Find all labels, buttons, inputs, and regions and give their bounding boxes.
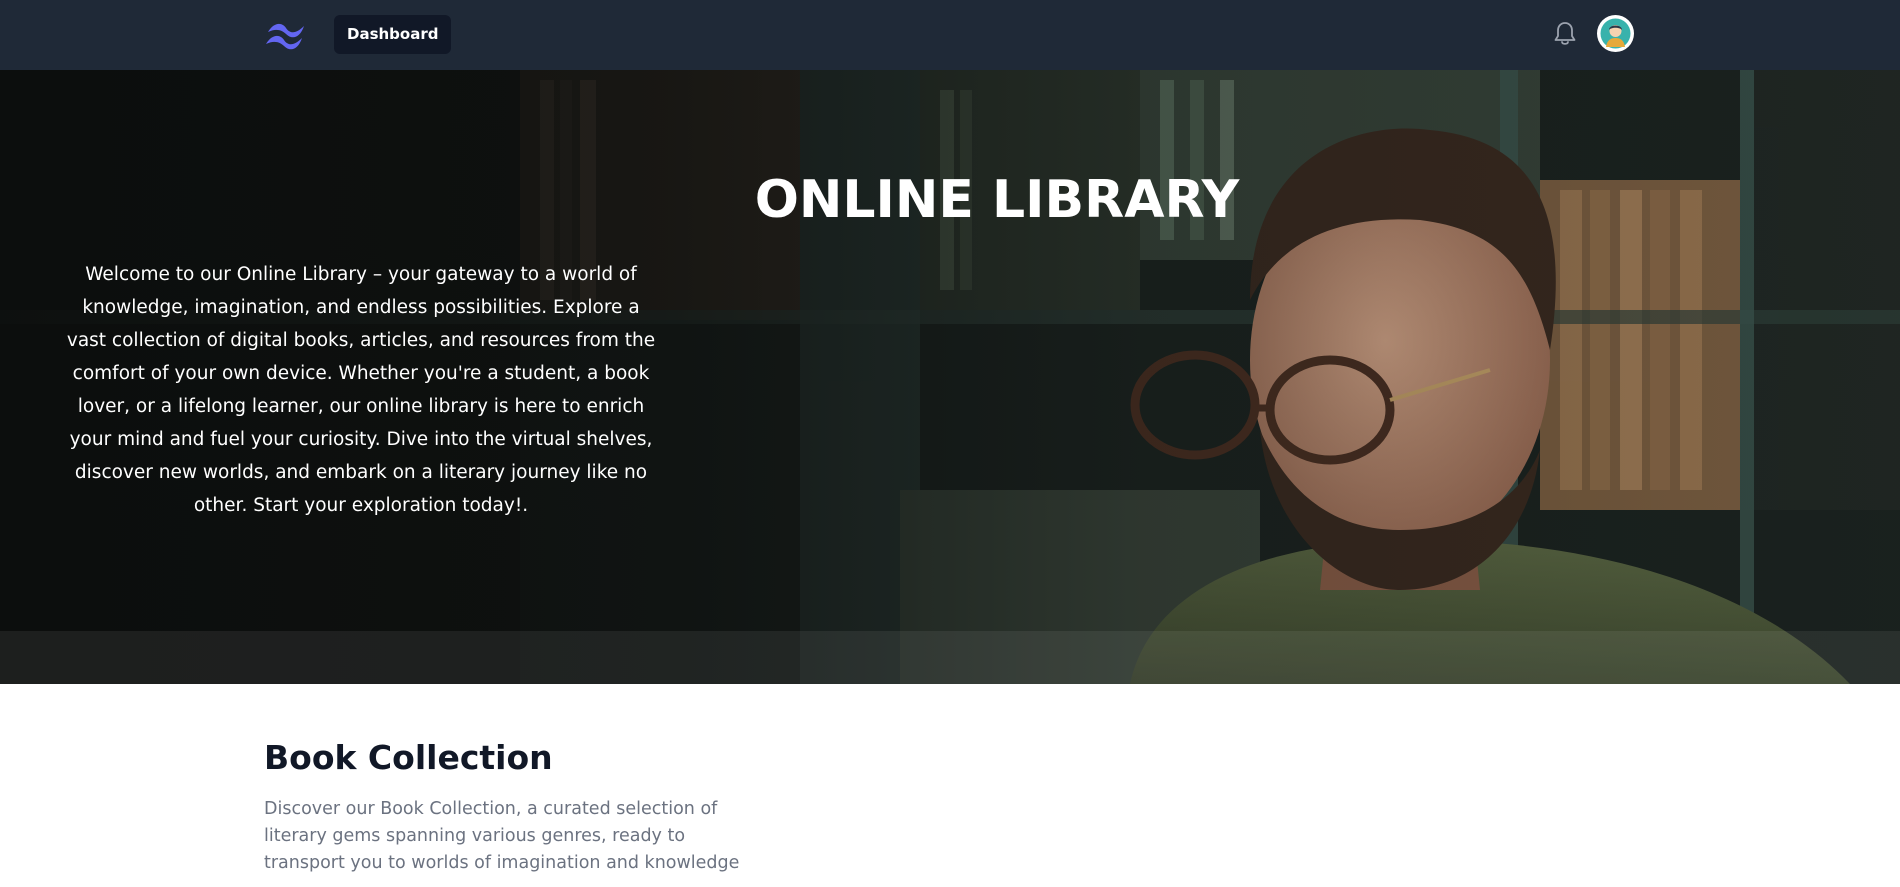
hero-description: Welcome to our Online Library – your gat… — [66, 264, 656, 516]
top-navbar: Dashboard — [0, 0, 1900, 70]
tailwind-logo-icon[interactable] — [264, 18, 308, 50]
hero-bottom-strip — [0, 631, 1900, 684]
avatar-icon — [1600, 18, 1631, 49]
dashboard-button[interactable]: Dashboard — [334, 15, 452, 54]
hero-title: ONLINE LIBRARY — [754, 170, 1240, 230]
bell-icon[interactable] — [1552, 20, 1578, 48]
hero-banner: ONLINE LIBRARY Welcome to our Online Lib… — [0, 70, 1900, 684]
book-collection-description: Discover our Book Collection, a curated … — [264, 799, 740, 873]
book-collection-title: Book Collection — [264, 738, 553, 777]
user-avatar[interactable] — [1597, 15, 1634, 52]
